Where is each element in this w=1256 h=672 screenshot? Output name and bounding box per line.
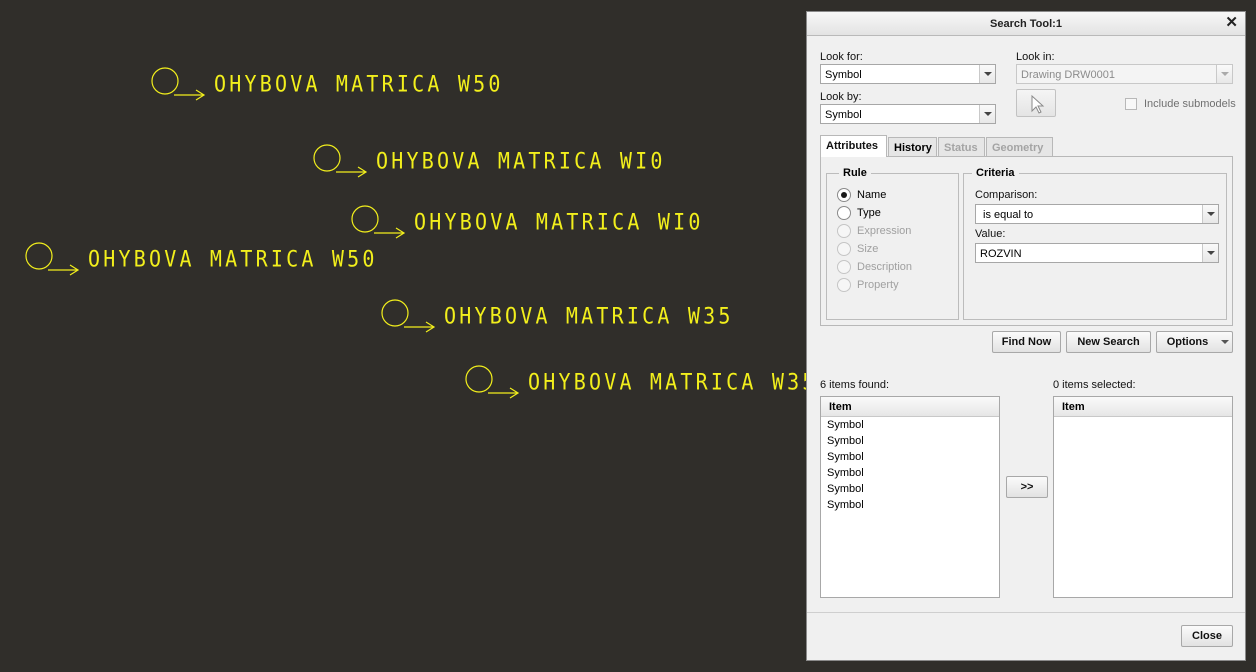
footer-divider (807, 612, 1245, 613)
symbol-label: OHYBOVA MATRICA W35 (528, 368, 818, 395)
found-items-list[interactable]: Item Symbol Symbol Symbol Symbol Symbol … (820, 396, 1000, 598)
look-in-label: Look in: (1016, 51, 1055, 63)
symbol-label: OHYBOVA MATRICA W50 (214, 70, 504, 97)
look-for-value: Symbol (825, 69, 862, 81)
rule-group: Rule Name Type Expression Size Descripti… (826, 167, 959, 320)
rule-radio-size (837, 242, 851, 256)
tab-history[interactable]: History (888, 137, 937, 157)
symbol-annotation[interactable]: OHYBOVA MATRICA WI0 (312, 143, 662, 179)
rule-label-type: Type (857, 207, 881, 219)
search-tool-dialog: Search Tool:1 ✕ Look for: Symbol Look in… (806, 11, 1246, 661)
rule-label-description: Description (857, 261, 913, 273)
list-item[interactable]: Symbol (821, 433, 999, 449)
symbol-annotation[interactable]: OHYBOVA MATRICA W50 (150, 66, 500, 102)
symbol-annotation[interactable]: OHYBOVA MATRICA W35 (464, 364, 814, 400)
look-for-dropdown[interactable]: Symbol (820, 64, 996, 84)
symbol-label: OHYBOVA MATRICA W35 (444, 302, 734, 329)
comparison-value: is equal to (983, 209, 1034, 221)
find-now-button[interactable]: Find Now (992, 331, 1061, 353)
chevron-down-icon[interactable] (979, 65, 995, 83)
look-in-value: Drawing DRW0001 (1021, 69, 1115, 81)
symbol-label: OHYBOVA MATRICA W50 (88, 245, 378, 272)
value-combo[interactable]: ROZVIN (975, 243, 1219, 263)
rule-title: Rule (839, 167, 871, 179)
look-by-dropdown[interactable]: Symbol (820, 104, 996, 124)
rule-label-property: Property (857, 279, 899, 291)
rule-label-name: Name (857, 189, 887, 201)
look-by-value: Symbol (825, 109, 862, 121)
selected-items-list[interactable]: Item (1053, 396, 1233, 598)
rule-label-size: Size (857, 243, 879, 255)
symbol-label: OHYBOVA MATRICA WI0 (414, 208, 704, 235)
items-found-label: 6 items found: (820, 379, 890, 391)
cursor-arrow-icon (1031, 94, 1045, 114)
selected-list-header[interactable]: Item (1054, 397, 1232, 417)
move-to-selected-button[interactable]: >> (1006, 476, 1048, 498)
select-model-button[interactable] (1016, 89, 1056, 117)
attributes-panel: Rule Name Type Expression Size Descripti… (820, 156, 1233, 326)
list-item[interactable]: Symbol (821, 481, 999, 497)
list-item[interactable]: Symbol (821, 417, 999, 433)
dialog-titlebar[interactable]: Search Tool:1 ✕ (807, 12, 1245, 36)
rule-radio-property (837, 278, 851, 292)
list-item[interactable]: Symbol (821, 497, 999, 513)
rule-radio-name[interactable] (837, 188, 851, 202)
rule-radio-description (837, 260, 851, 274)
drawing-canvas[interactable]: OHYBOVA MATRICA W50 OHYBOVA MATRICA WI0 … (0, 0, 814, 672)
criteria-title: Criteria (972, 167, 1019, 179)
tab-geometry: Geometry (986, 137, 1053, 157)
balloon-arrow-icon (25, 242, 80, 276)
comparison-dropdown[interactable]: is equal to (975, 204, 1219, 224)
chevron-down-icon[interactable] (1202, 205, 1218, 223)
criteria-group: Criteria Comparison: is equal to Value: … (963, 167, 1227, 320)
look-for-label: Look for: (820, 51, 863, 63)
rule-radio-expression (837, 224, 851, 238)
found-list-header[interactable]: Item (821, 397, 999, 417)
balloon-arrow-icon (351, 205, 406, 239)
balloon-arrow-icon (465, 365, 520, 399)
tab-attributes[interactable]: Attributes (820, 135, 887, 157)
chevron-down-icon[interactable] (1218, 332, 1232, 352)
balloon-arrow-icon (313, 144, 368, 178)
rule-radio-type[interactable] (837, 206, 851, 220)
chevron-down-icon[interactable] (979, 105, 995, 123)
symbol-annotation[interactable]: OHYBOVA MATRICA WI0 (350, 204, 700, 240)
symbol-label: OHYBOVA MATRICA WI0 (376, 147, 666, 174)
close-icon[interactable]: ✕ (1225, 15, 1238, 31)
list-item[interactable]: Symbol (821, 465, 999, 481)
look-by-label: Look by: (820, 91, 862, 103)
rule-label-expression: Expression (857, 225, 912, 237)
value-input[interactable]: ROZVIN (980, 248, 1022, 260)
value-label: Value: (975, 228, 1006, 240)
tab-status: Status (938, 137, 985, 157)
chevron-down-icon (1216, 65, 1232, 83)
chevron-down-icon[interactable] (1202, 244, 1218, 262)
comparison-label: Comparison: (975, 189, 1038, 201)
list-item[interactable]: Symbol (821, 449, 999, 465)
new-search-button[interactable]: New Search (1066, 331, 1151, 353)
include-submodels-checkbox[interactable] (1125, 98, 1137, 110)
dialog-title: Search Tool:1 (990, 18, 1062, 30)
look-in-dropdown: Drawing DRW0001 (1016, 64, 1233, 84)
items-selected-label: 0 items selected: (1053, 379, 1136, 391)
symbol-annotation[interactable]: OHYBOVA MATRICA W50 (24, 241, 374, 277)
options-label: Options (1166, 336, 1209, 348)
close-button[interactable]: Close (1181, 625, 1233, 647)
balloon-arrow-icon (381, 299, 436, 333)
include-submodels-label: Include submodels (1144, 98, 1236, 110)
balloon-arrow-icon (151, 67, 206, 101)
symbol-annotation[interactable]: OHYBOVA MATRICA W35 (380, 298, 730, 334)
options-button[interactable]: Options (1156, 331, 1233, 353)
